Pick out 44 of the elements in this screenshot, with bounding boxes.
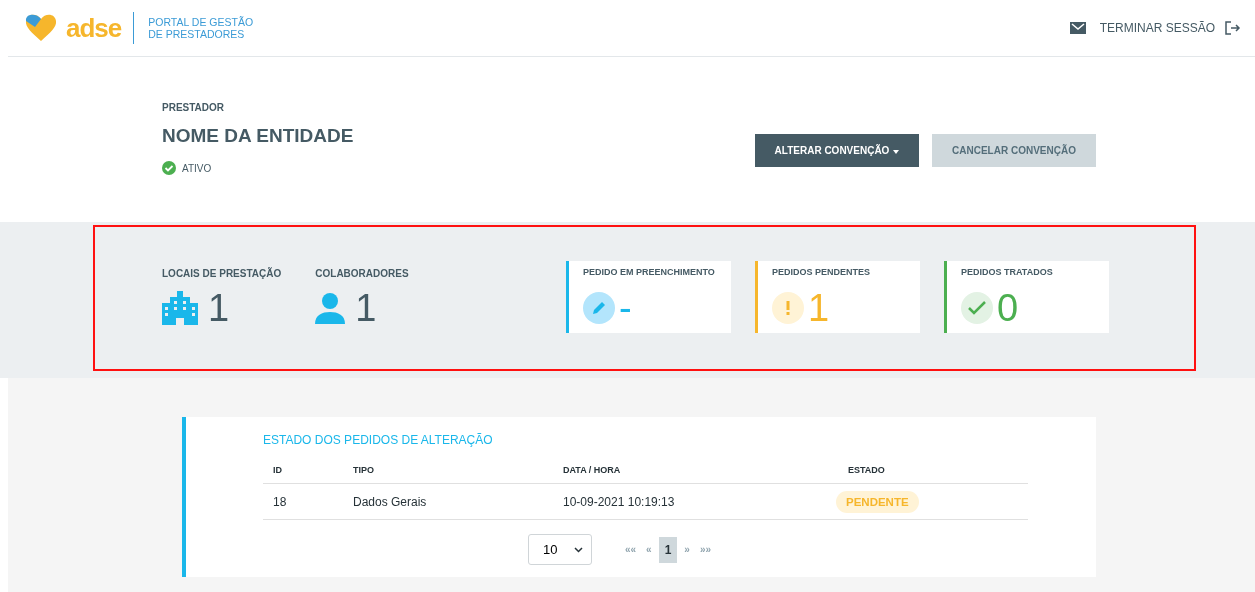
card-value: - (619, 289, 632, 327)
checkmark-icon (961, 292, 993, 324)
pager-button[interactable]: «« (621, 540, 640, 559)
page-size-select[interactable]: 10 (527, 534, 592, 565)
exclamation-icon (772, 292, 804, 324)
caret-icon (893, 150, 900, 154)
counter-value: 1 (355, 288, 377, 327)
mail-icon[interactable] (1069, 22, 1086, 34)
logout-icon[interactable] (1225, 21, 1241, 35)
cancel-button[interactable]: CANCELAR CONVENÇÃO (932, 134, 1096, 167)
status-text: ATIVO (182, 162, 212, 174)
pager-button[interactable]: » (681, 540, 693, 559)
pager-button[interactable]: 1 (658, 536, 678, 563)
pager-button[interactable]: »» (696, 540, 715, 559)
card-label: PEDIDOS TRATADOS (961, 267, 1054, 277)
provider-label: PRESTADOR (162, 102, 226, 113)
pencil-icon (583, 292, 615, 324)
column-header: TIPO (343, 457, 553, 484)
portal-title: DE PRESTADORES (148, 28, 246, 40)
building-icon (162, 290, 198, 325)
card-value: 1 (808, 289, 830, 327)
pager-button[interactable]: « (643, 540, 655, 559)
column-header: ESTADO (838, 457, 1028, 484)
entity-name: NOME DA ENTIDADE (162, 125, 354, 147)
logo-icon (24, 13, 58, 43)
column-header: DATA / HORA (553, 457, 838, 484)
logout-link[interactable]: TERMINAR SESSÃO (1099, 21, 1215, 35)
table-title: ESTADO DOS PEDIDOS DE ALTERAÇÃO (263, 433, 494, 447)
card-label: PEDIDOS PENDENTES (772, 267, 872, 277)
table-cell: 18 (263, 484, 343, 520)
counter-label: COLABORADORES (315, 267, 409, 279)
chevron-down-icon (573, 546, 583, 553)
table-cell: 10-09-2021 10:19:13 (553, 484, 838, 520)
logo-wordmark: adse (66, 12, 122, 44)
column-header: ID (263, 457, 343, 484)
person-icon (315, 291, 346, 324)
portal-title: PORTAL DE GESTÃO (148, 16, 254, 28)
counter-label: LOCAIS DE PRESTAÇÃO (162, 267, 282, 279)
status-badge: PENDENTE (836, 490, 919, 513)
dropdown-button[interactable]: ALTERAR CONVENÇÃO (755, 134, 919, 167)
counter-value: 1 (208, 288, 230, 327)
card-label: PEDIDO EM PREENCHIMENTO (583, 267, 716, 277)
card-value: 0 (997, 289, 1019, 327)
table-cell: Dados Gerais (343, 484, 553, 520)
